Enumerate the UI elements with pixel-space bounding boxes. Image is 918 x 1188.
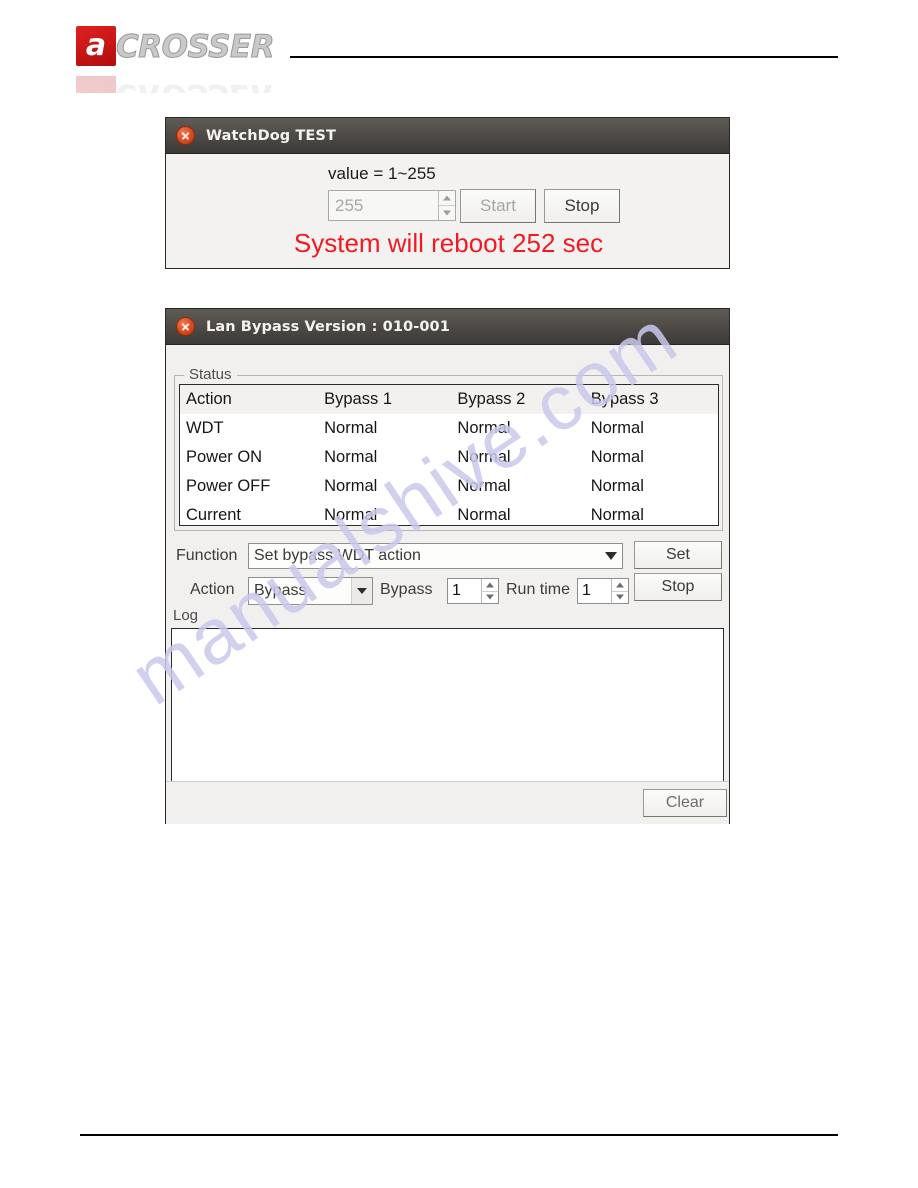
cell-bypass3: Normal — [590, 418, 644, 437]
lanbypass-title: Lan Bypass Version : 010-001 — [206, 318, 450, 335]
stepper-down-button[interactable] — [612, 590, 628, 604]
table-header-row: Action Bypass 1 Bypass 2 Bypass 3 — [180, 385, 718, 414]
logo-mark-letter: a — [85, 28, 107, 63]
chevron-up-icon — [616, 582, 624, 588]
cell-bypass1: Normal — [324, 476, 378, 495]
row-label: Power ON — [186, 447, 263, 466]
chevron-down-icon[interactable] — [351, 578, 372, 604]
watchdog-value-input[interactable]: 255 — [329, 191, 438, 220]
runtime-stepper-arrows[interactable] — [611, 579, 628, 603]
status-table-container: Action Bypass 1 Bypass 2 Bypass 3 WDT No… — [179, 384, 719, 526]
stepper-down-button[interactable] — [439, 205, 455, 220]
watchdog-title: WatchDog TEST — [206, 127, 336, 144]
chevron-down-icon[interactable] — [600, 544, 622, 568]
watchdog-range-label: value = 1~255 — [328, 164, 436, 183]
cell-bypass3: Normal — [590, 476, 644, 495]
clear-button[interactable]: Clear — [643, 789, 727, 817]
chevron-up-icon — [486, 582, 494, 588]
stepper-up-button[interactable] — [482, 579, 498, 591]
cell-bypass2: Normal — [457, 505, 511, 524]
watchdog-start-button[interactable]: Start — [460, 189, 536, 223]
runtime-label: Run time — [506, 581, 571, 598]
watchdog-stop-button[interactable]: Stop — [544, 189, 620, 223]
row-label: Power OFF — [186, 476, 271, 495]
watchdog-titlebar[interactable]: WatchDog TEST — [166, 118, 729, 154]
chevron-down-icon — [486, 594, 494, 600]
column-header-action: Action — [186, 389, 232, 408]
status-table: Action Bypass 1 Bypass 2 Bypass 3 WDT No… — [180, 385, 718, 525]
watchdog-stepper-arrows[interactable] — [438, 191, 455, 220]
row-label: WDT — [186, 418, 224, 437]
action-select[interactable]: Bypass — [248, 577, 373, 605]
function-select-value: Set bypass WDT action — [254, 547, 421, 564]
watchdog-status-message: System will reboot 252 sec — [293, 228, 604, 258]
cell-bypass3: Normal — [590, 447, 644, 466]
lanbypass-body: Status Action Bypass 1 Bypass 2 Bypass 3 — [166, 345, 729, 824]
column-header-bypass2: Bypass 2 — [457, 389, 526, 408]
close-circle-icon[interactable] — [176, 317, 195, 336]
page-header: a CROSSER CROSSER — [0, 0, 918, 93]
status-groupbox: Status Action Bypass 1 Bypass 2 Bypass 3 — [174, 366, 723, 531]
bypass-number-stepper[interactable]: 1 — [447, 578, 499, 604]
chevron-down-icon — [443, 210, 451, 216]
function-label: Function — [176, 547, 238, 564]
status-group-label: Status — [184, 366, 237, 383]
cell-bypass2: Normal — [457, 418, 511, 437]
column-header-bypass1: Bypass 1 — [324, 389, 392, 408]
log-group-label: Log — [173, 607, 199, 624]
chevron-down-icon — [616, 594, 624, 600]
function-select[interactable]: Set bypass WDT action — [248, 543, 623, 569]
table-row: WDT Normal Normal Normal — [180, 414, 718, 443]
row-label: Current — [186, 505, 242, 524]
stepper-down-button[interactable] — [482, 590, 498, 604]
logo-reflection-word: CROSSER — [116, 77, 274, 93]
table-row: Power ON Normal Normal Normal — [180, 443, 718, 472]
lanbypass-stop-button[interactable]: Stop — [634, 573, 722, 601]
acrosser-logo: a CROSSER CROSSER — [76, 26, 286, 93]
table-row: Power OFF Normal Normal Normal — [180, 472, 718, 501]
watchdog-body: value = 1~255 255 Start Stop System will… — [166, 154, 729, 268]
bypass-number-label: Bypass — [380, 581, 433, 598]
lan-bypass-dialog: Lan Bypass Version : 010-001 Status Acti… — [165, 308, 730, 824]
cell-bypass1: Normal — [324, 447, 378, 466]
close-circle-icon[interactable] — [176, 126, 195, 145]
bypass-stepper-arrows[interactable] — [481, 579, 498, 603]
set-button[interactable]: Set — [634, 541, 722, 569]
runtime-input[interactable]: 1 — [578, 579, 611, 603]
footer-rule — [80, 1134, 838, 1136]
cell-bypass3: Normal — [590, 505, 644, 524]
header-rule — [290, 56, 838, 58]
cell-bypass2: Normal — [457, 476, 511, 495]
cell-bypass1: Normal — [324, 505, 378, 524]
chevron-up-icon — [443, 195, 451, 201]
logo-reflection: CROSSER — [76, 71, 286, 93]
watchdog-value-stepper[interactable]: 255 — [328, 190, 456, 221]
table-row: Current Normal Normal Normal — [180, 501, 718, 525]
watchdog-test-dialog: WatchDog TEST value = 1~255 255 Start St… — [165, 117, 730, 269]
logo-wordmark: CROSSER — [115, 29, 275, 66]
column-header-bypass3: Bypass 3 — [590, 389, 659, 408]
bypass-number-input[interactable]: 1 — [448, 579, 481, 603]
action-label: Action — [190, 581, 235, 598]
runtime-stepper[interactable]: 1 — [577, 578, 629, 604]
cell-bypass1: Normal — [324, 418, 378, 437]
action-select-value: Bypass — [254, 582, 307, 599]
lanbypass-titlebar[interactable]: Lan Bypass Version : 010-001 — [166, 309, 729, 345]
stepper-up-button[interactable] — [439, 191, 455, 205]
cell-bypass2: Normal — [457, 447, 511, 466]
stepper-up-button[interactable] — [612, 579, 628, 591]
